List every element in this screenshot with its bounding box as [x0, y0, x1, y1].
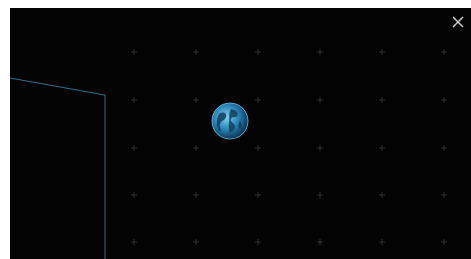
grid-marker [317, 49, 323, 55]
grid-marker [255, 49, 261, 55]
grid-marker [317, 145, 323, 151]
3d-viewer-canvas[interactable] [10, 8, 471, 259]
grid-marker [379, 145, 385, 151]
grid-marker [131, 97, 137, 103]
panel-outline [10, 77, 106, 259]
grid-marker [193, 239, 199, 245]
grid-marker [193, 49, 199, 55]
grid-marker [255, 239, 261, 245]
close-icon[interactable] [451, 15, 465, 29]
grid-marker [131, 239, 137, 245]
grid-marker [255, 97, 261, 103]
earth-globe-icon[interactable] [211, 102, 249, 140]
grid-marker [441, 192, 447, 198]
grid-marker [441, 49, 447, 55]
grid-marker [317, 97, 323, 103]
grid-marker [317, 192, 323, 198]
grid-marker [193, 145, 199, 151]
grid-marker [379, 49, 385, 55]
grid-marker [441, 145, 447, 151]
grid-marker [255, 192, 261, 198]
grid-marker [379, 239, 385, 245]
grid-marker [379, 192, 385, 198]
grid-marker [131, 145, 137, 151]
grid-marker [193, 97, 199, 103]
grid-marker [193, 192, 199, 198]
grid-marker [255, 145, 261, 151]
grid-marker [131, 192, 137, 198]
grid-marker [379, 97, 385, 103]
grid-marker [441, 239, 447, 245]
grid-marker [441, 97, 447, 103]
grid-marker [131, 49, 137, 55]
grid-marker [317, 239, 323, 245]
grid-markers [131, 49, 447, 245]
